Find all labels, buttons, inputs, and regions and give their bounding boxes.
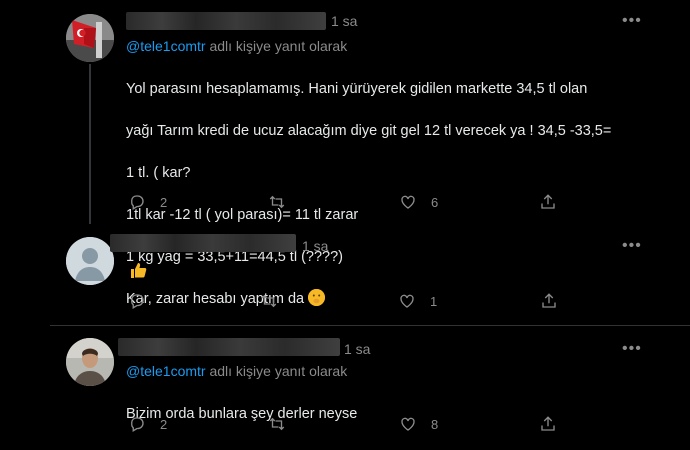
- tweet-3[interactable]: 1 sa ••• @tele1comtr adlı kişiye yanıt o…: [0, 326, 690, 450]
- more-icon[interactable]: •••: [622, 237, 642, 255]
- avatar[interactable]: [66, 237, 114, 285]
- user-name-redacted[interactable]: [126, 12, 326, 30]
- like-button[interactable]: 1: [398, 292, 437, 310]
- more-icon[interactable]: •••: [622, 12, 642, 30]
- reply-handle-link[interactable]: @tele1comtr: [126, 363, 206, 379]
- tweet-actions: 2 8: [126, 415, 566, 435]
- like-count: 6: [431, 194, 439, 210]
- retweet-button[interactable]: [268, 415, 300, 433]
- share-icon: [542, 293, 556, 308]
- reply-context: @tele1comtr adlı kişiye yanıt olarak: [126, 363, 347, 379]
- like-button[interactable]: 6: [399, 193, 438, 211]
- retweet-icon: [269, 195, 285, 209]
- tweet-actions: 1: [126, 292, 566, 312]
- reply-button[interactable]: [128, 292, 160, 310]
- retweet-icon: [269, 417, 285, 431]
- reply-count: 2: [160, 194, 168, 210]
- retweet-button[interactable]: [260, 292, 292, 310]
- reply-suffix: adlı kişiye yanıt olarak: [205, 38, 348, 54]
- like-icon: [400, 294, 414, 308]
- avatar[interactable]: [66, 14, 114, 62]
- reply-icon: [131, 195, 144, 210]
- tweet-line: yağı Tarım kredi de ucuz alacağım diye g…: [126, 123, 612, 139]
- more-icon[interactable]: •••: [622, 340, 642, 358]
- avatar-image: [66, 338, 114, 386]
- share-icon: [541, 194, 555, 209]
- reply-handle-link[interactable]: @tele1comtr: [126, 38, 206, 54]
- tweet-line: 1 tl. ( kar?: [126, 165, 191, 181]
- thumbs-up-emoji: [128, 260, 148, 280]
- tweet-actions: 2 6: [126, 193, 566, 213]
- share-button[interactable]: [540, 292, 558, 310]
- reply-count: 2: [160, 416, 168, 432]
- reply-suffix: adlı kişiye yanıt olarak: [205, 363, 348, 379]
- like-icon: [401, 195, 415, 209]
- avatar-image: [66, 14, 114, 62]
- reply-button[interactable]: 2: [128, 415, 167, 433]
- reply-context: @tele1comtr adlı kişiye yanıt olarak: [126, 38, 347, 54]
- retweet-icon: [261, 294, 277, 308]
- tweet-2[interactable]: 1 sa ••• 1: [0, 225, 690, 325]
- like-count: 1: [430, 293, 438, 309]
- retweet-button[interactable]: [268, 193, 300, 211]
- user-name-redacted[interactable]: [118, 338, 340, 356]
- share-button[interactable]: [539, 415, 557, 433]
- tweet-line: Yol parasını hesaplamamış. Hani yürüyere…: [126, 81, 588, 97]
- tweet-1[interactable]: 1 sa ••• @tele1comtr adlı kişiye yanıt o…: [0, 0, 690, 307]
- tweet-time[interactable]: 1 sa: [331, 13, 357, 29]
- tweet-time[interactable]: 1 sa: [302, 238, 328, 254]
- like-count: 8: [431, 416, 439, 432]
- like-button[interactable]: 8: [399, 415, 438, 433]
- reply-icon: [131, 417, 144, 432]
- default-avatar-icon: [66, 237, 114, 285]
- share-button[interactable]: [539, 193, 557, 211]
- avatar[interactable]: [66, 338, 114, 386]
- reply-icon: [131, 294, 144, 309]
- share-icon: [541, 416, 555, 431]
- like-icon: [401, 417, 415, 431]
- tweet-time[interactable]: 1 sa: [344, 341, 370, 357]
- reply-button[interactable]: 2: [128, 193, 167, 211]
- user-name-redacted[interactable]: [110, 234, 296, 252]
